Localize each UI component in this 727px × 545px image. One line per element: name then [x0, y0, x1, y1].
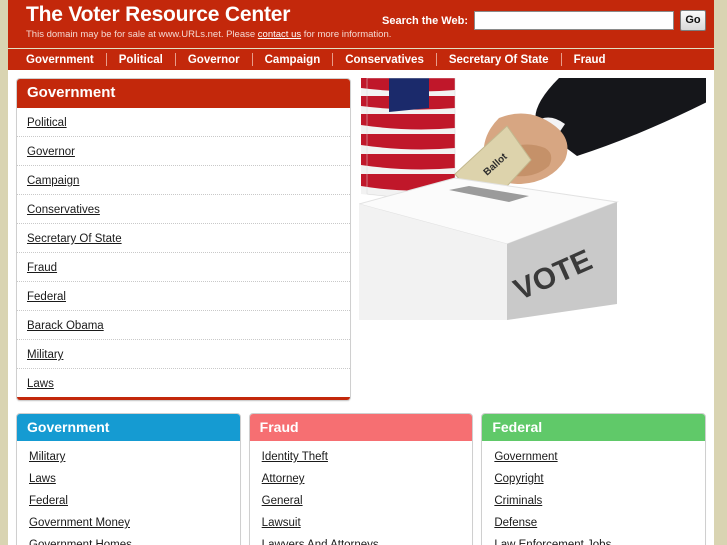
category-link-row[interactable]: Copyright [482, 467, 705, 489]
category-link[interactable]: Criminals [494, 495, 542, 507]
search-label: Search the Web: [382, 14, 468, 27]
category-box-links: Military Laws Federal Government Money Gover… [17, 441, 240, 545]
category-link[interactable]: General [262, 495, 303, 507]
category-link-row[interactable]: Lawsuit [250, 511, 473, 533]
category-link-row[interactable]: Defense [482, 511, 705, 533]
category-link-row[interactable]: Laws [17, 467, 240, 489]
category-link[interactable]: Law Enforcement Jobs [494, 539, 611, 545]
search-input[interactable] [474, 11, 674, 30]
category-box-federal: Federal Government Copyright Criminals Defen… [481, 413, 707, 545]
category-link[interactable]: Lawsuit [262, 517, 301, 529]
government-link[interactable]: Conservatives [27, 204, 100, 216]
nav-item-fraud[interactable]: Fraud [574, 53, 618, 67]
nav-item-conservatives[interactable]: Conservatives [345, 53, 436, 67]
category-box-title: Federal [482, 414, 706, 441]
ballot-box-illustration: Ballot VOTE [359, 78, 706, 320]
government-link[interactable]: Barack Obama [27, 320, 104, 332]
panel-government-main-title: Government [17, 79, 351, 108]
hero-ballot-image: Ballot VOTE [359, 78, 706, 320]
nav-item-political[interactable]: Political [119, 53, 175, 67]
nav-item-governor[interactable]: Governor [188, 53, 252, 67]
site-header: The Voter Resource Center This domain ma… [8, 0, 714, 48]
government-link-row[interactable]: Fraud [17, 253, 351, 282]
nav-item-secretary-of-state[interactable]: Secretary Of State [449, 53, 561, 67]
category-link-row[interactable]: Military [17, 445, 240, 467]
search-go-button[interactable]: Go [680, 10, 706, 31]
government-link-row[interactable]: Campaign [17, 166, 351, 195]
government-link-row[interactable]: Political [17, 108, 351, 137]
category-link-row[interactable]: Attorney [250, 467, 473, 489]
us-flag-icon [361, 78, 456, 198]
search-bar: Search the Web: Go [382, 10, 706, 31]
category-link-row[interactable]: Criminals [482, 489, 705, 511]
government-link[interactable]: Laws [27, 378, 54, 390]
nav-separator [251, 53, 253, 66]
category-box-links: Identity Theft Attorney General Lawsuit Lawy… [250, 441, 473, 545]
category-box-row: Government Military Laws Federal Government … [16, 413, 707, 545]
government-link[interactable]: Campaign [27, 175, 79, 187]
category-box-title: Fraud [249, 414, 473, 441]
tagline-text-after: for more information. [301, 29, 392, 40]
nav-separator [105, 53, 107, 66]
government-link-row[interactable]: Military [17, 340, 351, 369]
government-link[interactable]: Fraud [27, 262, 57, 274]
panel-government-main-links: Political Governor Campaign Conservatives Se… [17, 108, 351, 397]
government-link[interactable]: Governor [27, 146, 75, 158]
category-link-row[interactable]: Law Enforcement Jobs [482, 533, 705, 545]
category-link[interactable]: Lawyers And Attorneys [262, 539, 379, 545]
category-link-row[interactable]: Government [482, 445, 705, 467]
government-link[interactable]: Secretary Of State [27, 233, 122, 245]
government-link-row[interactable]: Federal [17, 282, 351, 311]
category-link-row[interactable]: Identity Theft [250, 445, 473, 467]
category-box-links: Government Copyright Criminals Defense Law E… [482, 441, 705, 545]
category-link[interactable]: Copyright [494, 473, 543, 485]
category-link[interactable]: Laws [29, 473, 56, 485]
category-box-title: Government [17, 414, 240, 441]
contact-us-link[interactable]: contact us [258, 29, 301, 40]
nav-separator [435, 53, 437, 66]
top-row: Government Political Governor Campaign Cons… [16, 78, 706, 401]
government-link[interactable]: Political [27, 117, 67, 129]
government-link-row[interactable]: Barack Obama [17, 311, 351, 340]
panel-government-main: Government Political Governor Campaign Cons… [16, 78, 352, 401]
government-link-row[interactable]: Governor [17, 137, 351, 166]
nav-separator [174, 53, 176, 66]
category-link-row[interactable]: Government Homes [17, 533, 240, 545]
domain-sale-tagline: This domain may be for sale at www.URLs.… [26, 29, 391, 41]
nav-separator [560, 53, 562, 66]
government-link[interactable]: Military [27, 349, 63, 361]
nav-item-government[interactable]: Government [26, 53, 106, 67]
nav-separator [332, 53, 334, 66]
main-navigation: Government Political Governor Campaign C… [8, 48, 714, 70]
category-link[interactable]: Identity Theft [262, 451, 328, 463]
category-link[interactable]: Government Homes [29, 539, 132, 545]
category-link-row[interactable]: Federal [17, 489, 240, 511]
category-link-row[interactable]: Government Money [17, 511, 240, 533]
page-content: Government Political Governor Campaign Cons… [8, 70, 714, 545]
category-link[interactable]: Defense [494, 517, 537, 529]
category-link[interactable]: Government [494, 451, 557, 463]
category-link-row[interactable]: General [250, 489, 473, 511]
category-link[interactable]: Federal [29, 495, 68, 507]
category-link[interactable]: Attorney [262, 473, 305, 485]
government-link-row[interactable]: Conservatives [17, 195, 351, 224]
category-link[interactable]: Military [29, 451, 65, 463]
category-box-fraud: Fraud Identity Theft Attorney General Lawsui… [248, 413, 474, 545]
nav-item-campaign[interactable]: Campaign [265, 53, 333, 67]
page-root: The Voter Resource Center This domain ma… [0, 0, 727, 545]
site-title: The Voter Resource Center [26, 3, 291, 26]
category-box-government: Government Military Laws Federal Government … [16, 413, 241, 545]
government-link-row[interactable]: Secretary Of State [17, 224, 351, 253]
page-sheet: The Voter Resource Center This domain ma… [8, 0, 714, 545]
government-link[interactable]: Federal [27, 291, 66, 303]
category-link[interactable]: Government Money [29, 517, 130, 529]
tagline-text-before: This domain may be for sale at www.URLs.… [26, 29, 258, 40]
panel-government-main-accent-bar [17, 397, 351, 400]
category-link-row[interactable]: Lawyers And Attorneys [250, 533, 473, 545]
government-link-row[interactable]: Laws [17, 369, 350, 397]
ballot-box: VOTE [359, 177, 620, 320]
